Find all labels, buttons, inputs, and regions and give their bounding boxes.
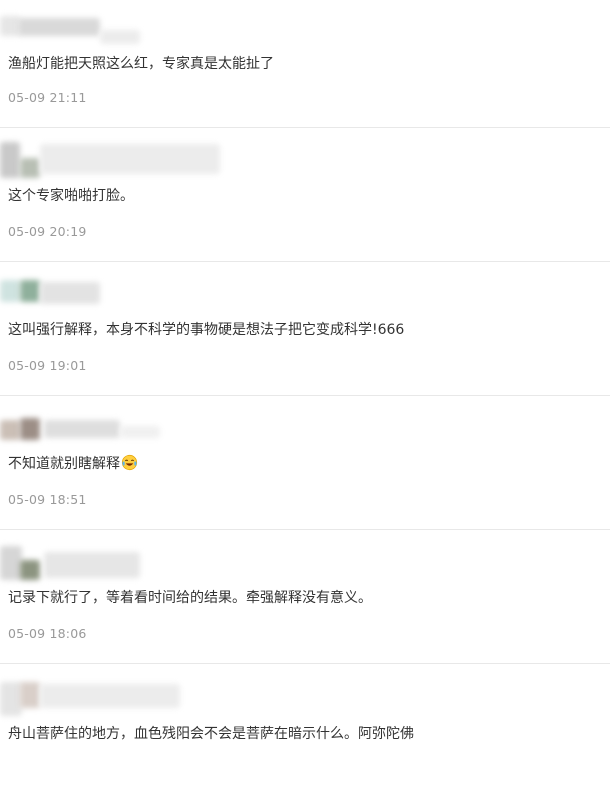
avatar[interactable] [0, 546, 22, 580]
username-redacted [100, 30, 140, 44]
comment-text: 渔船灯能把天照这么红，专家真是太能扯了 [8, 56, 274, 72]
comment-author-header[interactable] [0, 272, 260, 312]
comment-author-header[interactable] [0, 138, 260, 178]
comment-timestamp: 05-09 21:11 [8, 90, 87, 105]
avatar[interactable] [0, 142, 20, 178]
avatar [20, 682, 40, 708]
avatar [20, 280, 40, 302]
comment-text-content: 不知道就别瞎解释 [8, 456, 120, 472]
username-redacted[interactable] [18, 18, 100, 36]
comment-text: 这叫强行解释，本身不科学的事物硬是想法子把它变成科学!666 [8, 322, 405, 338]
avatar[interactable] [0, 682, 22, 716]
comment-author-header[interactable] [0, 4, 260, 44]
comment-text: 记录下就行了，等着看时间给的结果。牵强解释没有意义。 [8, 590, 372, 606]
comment-list: 渔船灯能把天照这么红，专家真是太能扯了 05-09 21:11 这个专家啪啪打脸… [0, 0, 610, 798]
comment-text: 不知道就别瞎解释 [8, 454, 138, 474]
comment-item: 这叫强行解释，本身不科学的事物硬是想法子把它变成科学!666 05-09 19:… [0, 262, 610, 396]
avatar [20, 158, 40, 178]
avatar[interactable] [0, 280, 20, 302]
comment-item: 记录下就行了，等着看时间给的结果。牵强解释没有意义。 05-09 18:06 [0, 530, 610, 664]
comment-author-header[interactable] [0, 540, 260, 580]
comment-item: 渔船灯能把天照这么红，专家真是太能扯了 05-09 21:11 [0, 0, 610, 128]
comment-item: 这个专家啪啪打脸。 05-09 20:19 [0, 128, 610, 262]
comment-author-header[interactable] [0, 406, 260, 446]
avatar [20, 560, 40, 580]
comment-timestamp: 05-09 19:01 [8, 358, 87, 373]
comment-item: 不知道就别瞎解释 05-09 18:51 [0, 396, 610, 530]
username-redacted [120, 426, 160, 438]
username-redacted[interactable] [40, 684, 180, 708]
comment-text: 舟山菩萨住的地方，血色残阳会不会是菩萨在暗示什么。阿弥陀佛 [8, 726, 414, 742]
avatar[interactable] [0, 16, 20, 36]
comment-timestamp: 05-09 18:06 [8, 626, 87, 641]
avatar [20, 418, 40, 440]
avatar[interactable] [0, 420, 20, 440]
username-redacted[interactable] [40, 282, 100, 304]
laugh-cry-emoji-icon [121, 454, 138, 471]
comment-item: 舟山菩萨住的地方，血色残阳会不会是菩萨在暗示什么。阿弥陀佛 [0, 664, 610, 798]
comment-timestamp: 05-09 18:51 [8, 492, 87, 507]
username-redacted[interactable] [40, 144, 220, 174]
username-redacted[interactable] [44, 552, 140, 578]
username-redacted[interactable] [44, 420, 120, 438]
comment-text: 这个专家啪啪打脸。 [8, 188, 134, 204]
comment-timestamp: 05-09 20:19 [8, 224, 87, 239]
comment-author-header[interactable] [0, 674, 260, 716]
